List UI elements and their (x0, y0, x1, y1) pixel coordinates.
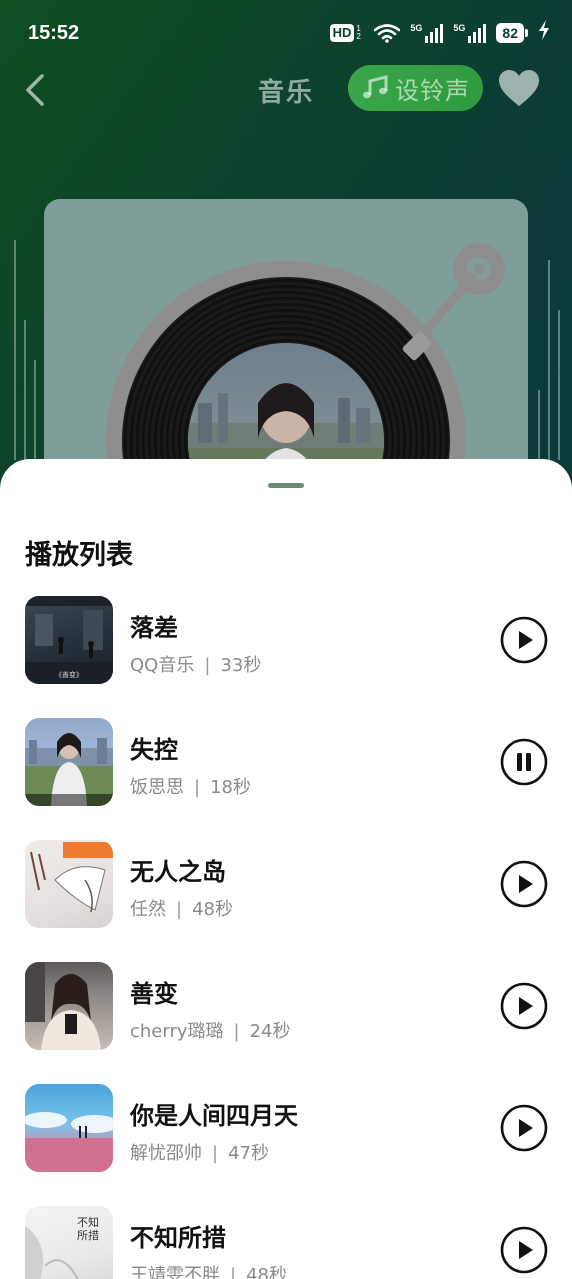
meta-separator: | (204, 655, 211, 676)
track-item[interactable]: 不知所措 不知所措 王靖雯不胖 | 48秒 (0, 1206, 572, 1279)
track-cover (25, 718, 113, 806)
status-icons: HD 1 2 5G 5G 82 (329, 20, 550, 45)
play-icon[interactable] (500, 616, 548, 664)
status-bar: 15:52 HD 1 2 5G 5G 82 (0, 0, 572, 68)
play-icon[interactable] (500, 1226, 548, 1274)
track-artist: 任然 (130, 899, 166, 920)
play-icon[interactable] (500, 1104, 548, 1152)
player-card (44, 199, 528, 499)
track-title: 无人之岛 (130, 858, 226, 886)
track-item[interactable]: 你是人间四月天 解忧邵帅 | 47秒 (0, 1084, 572, 1184)
track-cover (25, 962, 113, 1050)
meta-separator: | (176, 899, 183, 920)
set-ringtone-button[interactable]: 设铃声 (348, 65, 483, 111)
track-duration: 24秒 (249, 1021, 291, 1042)
battery-indicator: 82 (496, 22, 528, 43)
track-duration: 18秒 (210, 777, 251, 798)
track-cover: 《善变》 (25, 596, 113, 684)
hd-sub-label: 1 2 (356, 23, 361, 41)
hd-badge: HD (329, 23, 355, 42)
track-meta: 任然 | 48秒 (130, 895, 233, 921)
track-meta: 解忧邵帅 | 47秒 (130, 1139, 269, 1165)
equalizer-bar (14, 240, 16, 460)
track-duration: 48秒 (246, 1265, 287, 1279)
track-item[interactable]: 《善变》 落差 QQ音乐 | 33秒 (0, 596, 572, 696)
meta-separator: | (212, 1143, 219, 1164)
track-title: 你是人间四月天 (130, 1102, 298, 1130)
track-title: 不知所措 (130, 1224, 226, 1252)
tonearm-icon (402, 243, 505, 361)
track-meta: cherry璐璐 | 24秒 (130, 1017, 291, 1043)
play-icon[interactable] (500, 860, 548, 908)
signal-label-2: 5G (453, 22, 466, 33)
meta-separator: | (233, 1021, 240, 1042)
back-button[interactable] (18, 68, 54, 108)
pause-icon[interactable] (500, 738, 548, 786)
top-bar: 音乐 设铃声 (0, 60, 572, 120)
track-title: 善变 (130, 980, 178, 1008)
track-meta: QQ音乐 | 33秒 (130, 651, 261, 677)
playlist-sheet: 播放列表 《善变》 落差 QQ音乐 | 33秒 失控 饭思思 | 18秒 无人之… (0, 459, 572, 1279)
equalizer-bar (558, 310, 560, 460)
equalizer-bar (24, 320, 26, 460)
sheet-drag-handle[interactable] (268, 483, 304, 488)
page-title: 音乐 (258, 78, 315, 108)
meta-separator: | (230, 1265, 237, 1279)
music-note-icon (363, 75, 388, 99)
track-artist: 饭思思 (130, 777, 184, 798)
track-item[interactable]: 无人之岛 任然 | 48秒 (0, 840, 572, 940)
track-item[interactable]: 善变 cherry璐璐 | 24秒 (0, 962, 572, 1062)
signal-icon-1: 5G (410, 22, 444, 43)
track-duration: 48秒 (192, 899, 233, 920)
track-artist: cherry璐璐 (130, 1021, 224, 1042)
play-icon[interactable] (500, 982, 548, 1030)
track-cover (25, 840, 113, 928)
track-cover (25, 1084, 113, 1172)
signal-label-1: 5G (410, 22, 423, 33)
track-cover-caption: 不知所措 (77, 1216, 99, 1242)
wifi-icon (374, 23, 401, 43)
track-artist: QQ音乐 (130, 655, 195, 676)
set-ringtone-label: 设铃声 (395, 76, 470, 105)
status-time: 15:52 (28, 22, 80, 44)
favorite-button[interactable] (497, 68, 541, 108)
chevron-left-icon (26, 74, 44, 106)
track-artist: 王靖雯不胖 (130, 1265, 220, 1279)
track-cover-caption: 《善变》 (55, 671, 83, 679)
track-meta: 王靖雯不胖 | 48秒 (130, 1261, 287, 1279)
track-item[interactable]: 失控 饭思思 | 18秒 (0, 718, 572, 818)
meta-separator: | (194, 777, 201, 798)
track-title: 失控 (130, 736, 178, 764)
track-duration: 47秒 (228, 1143, 269, 1164)
signal-icon-2: 5G (453, 22, 487, 43)
hd-icon: HD 1 2 (329, 23, 365, 42)
track-duration: 33秒 (220, 655, 262, 676)
equalizer-bar (548, 260, 550, 460)
track-meta: 饭思思 | 18秒 (130, 773, 251, 799)
equalizer-bar (34, 360, 36, 460)
track-artist: 解忧邵帅 (130, 1143, 202, 1164)
track-cover: 不知所措 (25, 1206, 113, 1279)
charging-icon (538, 20, 550, 45)
heart-icon (499, 70, 539, 106)
track-title: 落差 (130, 614, 178, 642)
equalizer-bar (538, 390, 540, 460)
playlist-title: 播放列表 (25, 540, 133, 571)
